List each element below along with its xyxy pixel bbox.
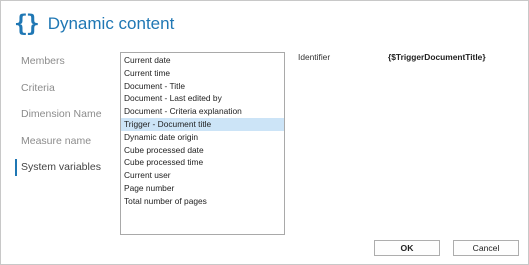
list-item[interactable]: Current time (121, 67, 284, 80)
cancel-button[interactable]: Cancel (453, 240, 519, 256)
list-item[interactable]: Cube processed time (121, 156, 284, 169)
identifier-label: Identifier (298, 52, 331, 62)
list-item[interactable]: Current user (121, 169, 284, 182)
curly-braces-icon: {} (14, 10, 40, 37)
system-variables-list[interactable]: Current date Current time Document - Tit… (120, 52, 285, 235)
nav-item-members[interactable]: Members (15, 51, 110, 78)
nav-item-criteria[interactable]: Criteria (15, 78, 110, 105)
dynamic-content-dialog: {} Dynamic content Members Criteria Dime… (0, 0, 529, 265)
ok-button[interactable]: OK (374, 240, 440, 256)
nav-item-system-variables[interactable]: System variables (15, 157, 110, 184)
nav-item-measure-name[interactable]: Measure name (15, 131, 110, 158)
dialog-title: Dynamic content (47, 14, 175, 33)
list-item[interactable]: Document - Criteria explanation (121, 105, 284, 118)
nav-item-dimension-name[interactable]: Dimension Name (15, 104, 110, 131)
list-item[interactable]: Cube processed date (121, 144, 284, 157)
list-item[interactable]: Document - Last edited by (121, 92, 284, 105)
list-item[interactable]: Document - Title (121, 80, 284, 93)
list-item[interactable]: Dynamic date origin (121, 131, 284, 144)
list-item-selected[interactable]: Trigger - Document title (121, 117, 284, 131)
identifier-value: {$TriggerDocumentTitle} (388, 52, 486, 62)
list-item[interactable]: Page number (121, 182, 284, 195)
dialog-header: {} Dynamic content (14, 7, 174, 41)
list-item[interactable]: Current date (121, 54, 284, 67)
category-nav: Members Criteria Dimension Name Measure … (15, 51, 110, 184)
list-item[interactable]: Total number of pages (121, 195, 284, 208)
